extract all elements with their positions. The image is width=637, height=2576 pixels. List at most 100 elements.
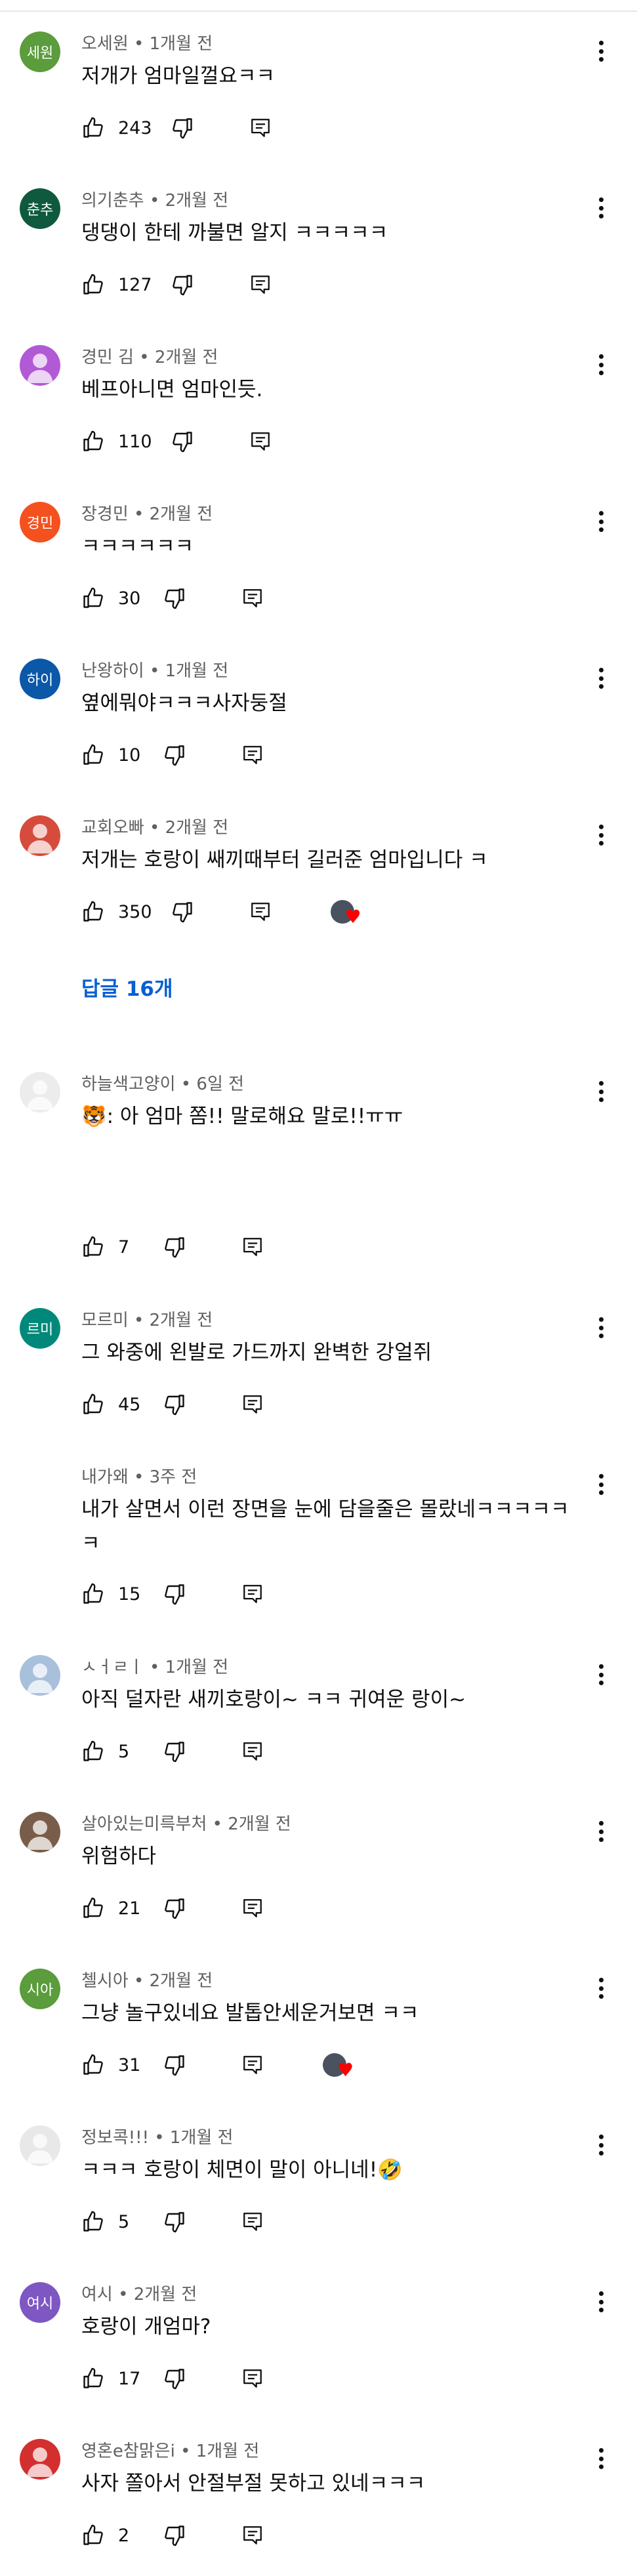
avatar[interactable]: 세원 xyxy=(20,31,60,72)
comment-time[interactable]: 1개월 전 xyxy=(165,661,229,681)
dislike-button[interactable] xyxy=(163,1740,186,1763)
like-button[interactable]: 15 xyxy=(81,1582,144,1606)
author-name[interactable]: 영혼e참맑은i xyxy=(81,2442,175,2461)
like-button[interactable]: 45 xyxy=(81,1393,144,1416)
comment-time[interactable]: 3주 전 xyxy=(150,1467,197,1487)
like-button[interactable]: 10 xyxy=(81,743,144,767)
author-name[interactable]: 내가왜 xyxy=(81,1467,129,1487)
comment-time[interactable]: 2개월 전 xyxy=(134,2285,197,2304)
avatar[interactable]: 시아 xyxy=(20,1969,60,2009)
avatar[interactable] xyxy=(20,815,60,856)
reply-button[interactable] xyxy=(241,1236,264,1258)
avatar[interactable]: 하이 xyxy=(20,659,60,699)
more-vert-icon[interactable] xyxy=(591,195,611,221)
dislike-button[interactable] xyxy=(163,1896,186,1920)
author-name[interactable]: 난왕하이 xyxy=(81,661,144,681)
comment-time[interactable]: 6일 전 xyxy=(196,1074,244,1094)
more-vert-icon[interactable] xyxy=(591,822,611,848)
dislike-button[interactable] xyxy=(163,743,186,767)
avatar[interactable] xyxy=(20,1812,60,1852)
like-button[interactable]: 17 xyxy=(81,2367,144,2390)
dislike-button[interactable] xyxy=(163,1235,186,1259)
dislike-button[interactable] xyxy=(163,586,186,610)
reply-button[interactable] xyxy=(241,1393,264,1416)
comment-time[interactable]: 1개월 전 xyxy=(150,34,213,54)
reply-button[interactable] xyxy=(241,1897,264,1919)
comment-time[interactable]: 2개월 전 xyxy=(150,1971,213,1991)
reply-button[interactable] xyxy=(241,2367,264,2390)
dislike-button[interactable] xyxy=(163,2053,186,2077)
reply-button[interactable] xyxy=(249,117,272,139)
dislike-button[interactable] xyxy=(163,2367,186,2390)
more-vert-icon[interactable] xyxy=(591,1662,611,1688)
avatar[interactable]: 춘추 xyxy=(20,188,60,229)
avatar[interactable] xyxy=(20,1072,60,1113)
comment-time[interactable]: 2개월 전 xyxy=(150,1311,213,1330)
author-name[interactable]: 첼시아 xyxy=(81,1971,129,1991)
like-button[interactable]: 350 xyxy=(81,900,152,924)
more-vert-icon[interactable] xyxy=(591,1471,611,1498)
like-button[interactable]: 127 xyxy=(81,273,152,296)
avatar[interactable]: 르미 xyxy=(20,1308,60,1349)
dislike-button[interactable] xyxy=(171,273,194,296)
more-vert-icon[interactable] xyxy=(591,38,611,64)
like-button[interactable]: 30 xyxy=(81,586,144,610)
dislike-button[interactable] xyxy=(171,116,194,140)
avatar[interactable] xyxy=(20,1465,60,1505)
more-vert-icon[interactable] xyxy=(591,508,611,535)
dislike-button[interactable] xyxy=(171,430,194,453)
more-vert-icon[interactable] xyxy=(591,1078,611,1105)
like-button[interactable]: 110 xyxy=(81,430,152,453)
dislike-button[interactable] xyxy=(163,2524,186,2547)
author-name[interactable]: 경민 김 xyxy=(81,348,134,367)
dislike-button[interactable] xyxy=(163,1393,186,1416)
comment-time[interactable]: 2개월 전 xyxy=(150,504,213,524)
comment-time[interactable]: 2개월 전 xyxy=(155,348,218,367)
reply-button[interactable] xyxy=(249,901,272,923)
comment-time[interactable]: 2개월 전 xyxy=(165,818,229,838)
author-name[interactable]: 정보콕!!! xyxy=(81,2128,149,2148)
avatar[interactable]: 경민 xyxy=(20,502,60,542)
author-name[interactable]: 의기춘추 xyxy=(81,191,144,211)
like-button[interactable]: 31 xyxy=(81,2053,144,2077)
comment-time[interactable]: 1개월 전 xyxy=(170,2128,234,2148)
reply-button[interactable] xyxy=(241,2524,264,2546)
reply-button[interactable] xyxy=(241,744,264,766)
author-name[interactable]: 살아있는미륵부처 xyxy=(81,1814,207,1834)
more-vert-icon[interactable] xyxy=(591,665,611,691)
comment-time[interactable]: 2개월 전 xyxy=(228,1814,291,1834)
more-vert-icon[interactable] xyxy=(591,2132,611,2158)
more-vert-icon[interactable] xyxy=(591,1315,611,1341)
author-name[interactable]: 하늘색고양이 xyxy=(81,1074,176,1094)
avatar[interactable]: 여시 xyxy=(20,2282,60,2323)
reply-button[interactable] xyxy=(241,2054,264,2076)
author-name[interactable]: 여시 xyxy=(81,2285,113,2304)
comment-time[interactable]: 2개월 전 xyxy=(165,191,229,211)
more-vert-icon[interactable] xyxy=(591,1975,611,2001)
avatar[interactable] xyxy=(20,2125,60,2166)
like-button[interactable]: 7 xyxy=(81,1235,144,1259)
like-button[interactable]: 21 xyxy=(81,1896,144,1920)
reply-button[interactable] xyxy=(241,1740,264,1763)
more-vert-icon[interactable] xyxy=(591,1818,611,1845)
avatar[interactable] xyxy=(20,345,60,386)
more-vert-icon[interactable] xyxy=(591,352,611,378)
reply-button[interactable] xyxy=(241,1583,264,1605)
reply-button[interactable] xyxy=(241,587,264,609)
author-name[interactable]: 장경민 xyxy=(81,504,129,524)
like-button[interactable]: 243 xyxy=(81,116,152,140)
author-name[interactable]: 모르미 xyxy=(81,1311,129,1330)
avatar[interactable] xyxy=(20,2439,60,2480)
author-name[interactable]: 교회오빠 xyxy=(81,818,144,838)
dislike-button[interactable] xyxy=(171,900,194,924)
reply-button[interactable] xyxy=(249,274,272,296)
dislike-button[interactable] xyxy=(163,1582,186,1606)
like-button[interactable]: 2 xyxy=(81,2524,144,2547)
view-replies-link[interactable]: 답글 16개 xyxy=(81,972,173,1002)
dislike-button[interactable] xyxy=(163,2210,186,2234)
reply-button[interactable] xyxy=(241,2211,264,2233)
comment-time[interactable]: 1개월 전 xyxy=(165,1658,229,1677)
like-button[interactable]: 5 xyxy=(81,1740,144,1763)
reply-button[interactable] xyxy=(249,430,272,453)
author-name[interactable]: 오세원 xyxy=(81,34,129,54)
